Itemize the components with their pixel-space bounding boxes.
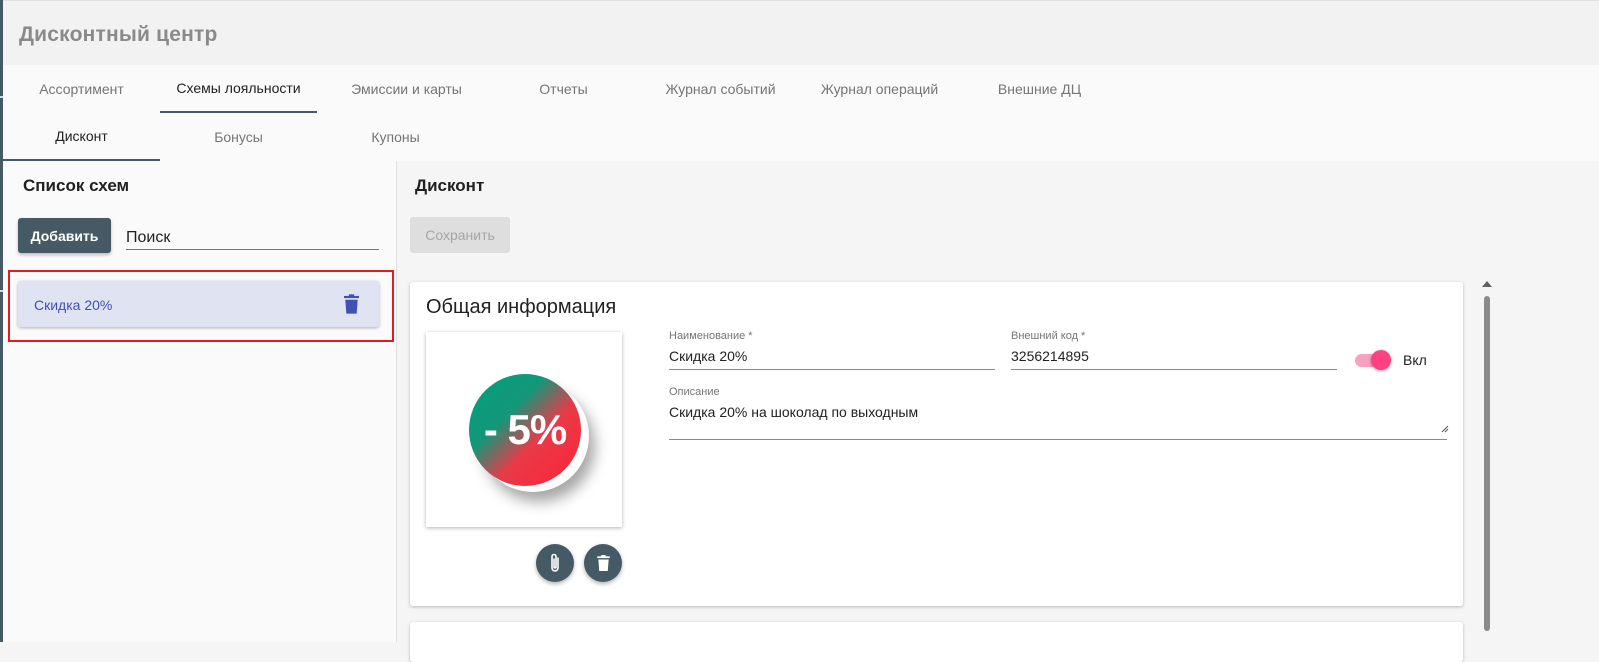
scroll-thumb[interactable]	[1484, 296, 1490, 631]
app-header: Дисконтный центр	[3, 0, 1599, 67]
scheme-editor-panel: Дисконт Сохранить Общая информация - 5% …	[397, 161, 1599, 662]
scroll-up-icon[interactable]	[1482, 281, 1492, 287]
tab-reports[interactable]: Отчеты	[485, 65, 642, 112]
tab-event-log[interactable]: Журнал событий	[642, 65, 799, 112]
tab-external-dc[interactable]: Внешние ДЦ	[961, 65, 1118, 112]
main-tabs: Ассортимент Схемы лояльности Эмиссии и к…	[3, 65, 1599, 114]
subtab-discount[interactable]: Дисконт	[3, 113, 160, 161]
save-button[interactable]: Сохранить	[410, 217, 510, 253]
tab-operation-log[interactable]: Журнал операций	[801, 65, 958, 112]
scheme-list-item[interactable]: Скидка 20%	[18, 281, 379, 327]
attach-image-button[interactable]	[536, 544, 574, 582]
tab-assortment[interactable]: Ассортимент	[3, 65, 160, 112]
app-title: Дисконтный центр	[19, 23, 218, 46]
name-field[interactable]: Скидка 20%	[669, 348, 747, 364]
sub-tabs: Дисконт Бонусы Купоны	[3, 113, 1599, 162]
editor-title: Дисконт	[415, 176, 485, 195]
description-label: Описание	[669, 386, 720, 398]
add-scheme-button[interactable]: Добавить	[18, 218, 111, 253]
toggle-label: Вкл	[1403, 352, 1427, 368]
description-underline	[669, 439, 1447, 440]
vertical-scrollbar[interactable]	[1482, 281, 1492, 631]
discount-badge: - 5%	[469, 374, 581, 486]
name-field-label: Наименование *	[669, 330, 753, 342]
enabled-toggle[interactable]	[1353, 350, 1391, 370]
search-input[interactable]: Поиск	[126, 223, 379, 250]
description-field[interactable]: Скидка 20% на шоколад по выходным	[669, 404, 918, 420]
tab-emissions-cards[interactable]: Эмиссии и карты	[328, 65, 485, 112]
trash-icon	[596, 555, 610, 571]
toggle-knob	[1371, 350, 1391, 370]
name-field-underline	[669, 369, 995, 370]
trash-icon[interactable]	[344, 294, 359, 314]
subtab-coupons[interactable]: Купоны	[317, 113, 474, 160]
scheme-image: - 5%	[426, 332, 622, 527]
tab-loyalty-schemes[interactable]: Схемы лояльности	[160, 65, 317, 113]
card-title: Общая информация	[426, 296, 617, 318]
external-code-field[interactable]: 3256214895	[1011, 348, 1089, 364]
subtab-bonuses[interactable]: Бонусы	[160, 113, 317, 160]
next-card	[410, 622, 1463, 662]
paperclip-icon	[551, 553, 559, 572]
external-code-label: Внешний код *	[1011, 330, 1086, 342]
resize-handle-icon[interactable]	[1441, 425, 1449, 433]
scheme-list-panel: Список схем Добавить Поиск Скидка 20%	[3, 161, 397, 642]
scheme-list-title: Список схем	[23, 176, 130, 195]
scheme-item-label: Скидка 20%	[34, 297, 113, 313]
general-info-card: Общая информация - 5% Наименование * Ски…	[410, 282, 1463, 606]
delete-image-button[interactable]	[584, 544, 622, 582]
external-code-underline	[1011, 369, 1337, 370]
